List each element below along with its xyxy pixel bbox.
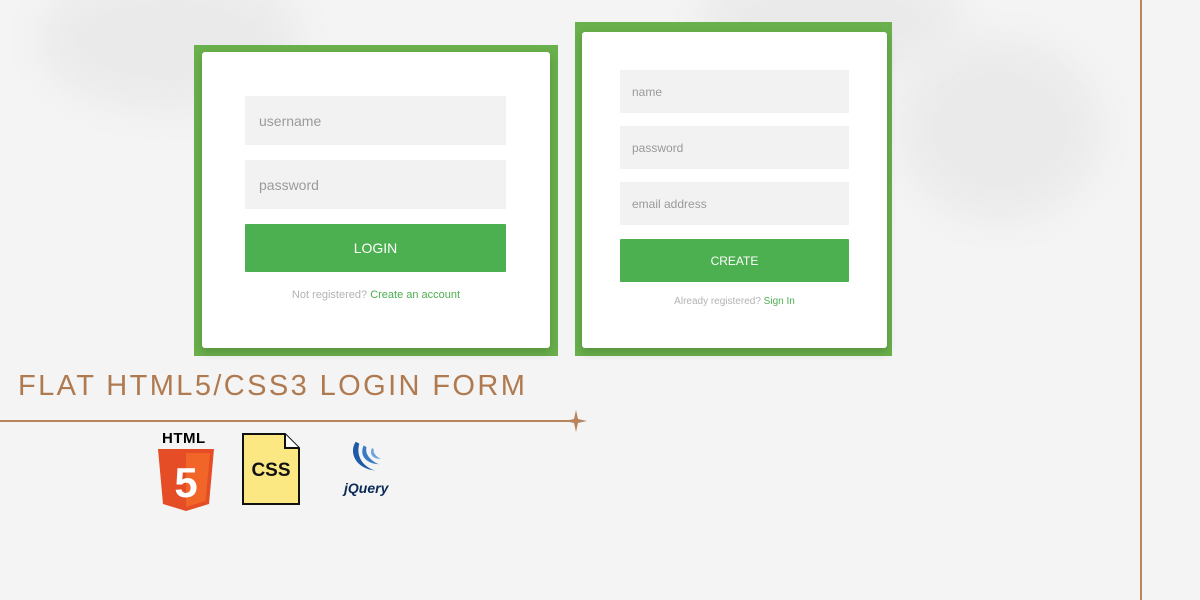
login-button[interactable]: LOGIN (245, 224, 506, 272)
title-underline (0, 420, 572, 422)
create-button[interactable]: CREATE (620, 239, 849, 282)
password-input[interactable] (245, 160, 506, 209)
create-account-link[interactable]: Create an account (370, 289, 460, 301)
html5-digit: 5 (174, 459, 197, 506)
background-cloud (900, 40, 1100, 220)
signin-message: Already registered? Sign In (582, 296, 887, 307)
register-message-text: Not registered? (291, 289, 368, 301)
jquery-label: jQuery (344, 480, 389, 496)
sign-in-link[interactable]: Sign In (764, 296, 795, 307)
html5-shield-icon: 5 (158, 449, 214, 511)
register-message: Not registered? Create an account (202, 289, 550, 301)
signin-message-text: Already registered? (674, 296, 761, 307)
register-card: CREATE Already registered? Sign In (582, 32, 887, 348)
page-title: FLAT HTML5/CSS3 LOGIN FORM (18, 370, 528, 402)
username-input[interactable] (245, 96, 506, 145)
decorative-vertical-line (1140, 0, 1142, 600)
email-input[interactable] (620, 182, 849, 225)
jquery-swoosh-icon (352, 441, 381, 471)
login-card: LOGIN Not registered? Create an account (202, 52, 550, 348)
html5-logo: HTML 5 (158, 430, 214, 512)
jquery-logo: jQuery (340, 440, 404, 500)
css-file-logo: CSS (242, 433, 300, 505)
css-file-label: CSS (251, 460, 291, 481)
sparkle-icon (565, 410, 587, 432)
html5-logo-label: HTML (162, 430, 206, 447)
register-password-input[interactable] (620, 126, 849, 169)
name-input[interactable] (620, 70, 849, 113)
